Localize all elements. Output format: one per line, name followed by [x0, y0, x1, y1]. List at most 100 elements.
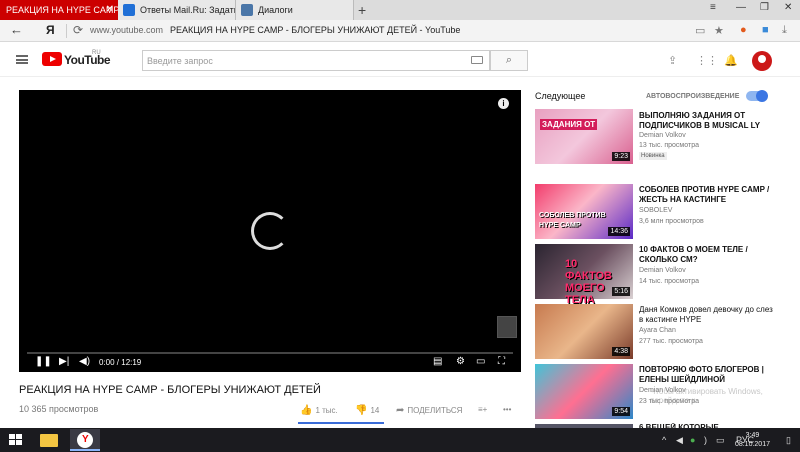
extension-icon[interactable]: ■: [762, 24, 769, 36]
upload-icon[interactable]: ⇪: [668, 54, 677, 67]
video-thumbnail[interactable]: ЗАДАНИЯ ОТ 9:23: [535, 109, 633, 164]
autoplay-toggle[interactable]: [746, 90, 768, 102]
like-button[interactable]: 👍 1 тыс.: [300, 405, 338, 416]
duration-badge: 5:16: [612, 287, 630, 296]
add-to-playlist-icon[interactable]: ≡+: [478, 405, 487, 414]
activation-watermark: Чтобы активировать Windows, перейдите к: [650, 387, 763, 405]
address-domain[interactable]: www.youtube.com: [90, 25, 163, 35]
tab-dialogs[interactable]: Диалоги: [236, 0, 354, 20]
message-icon[interactable]: ▭: [716, 435, 725, 446]
clock-date: 08.10.2017: [734, 441, 770, 448]
new-tab-button[interactable]: +: [358, 2, 366, 18]
hamburger-menu-icon[interactable]: [16, 55, 28, 64]
reader-icon[interactable]: ▭: [695, 24, 705, 37]
sidebar-views: 14 тыс. просмотра: [639, 278, 699, 285]
search-button[interactable]: ⌕: [490, 50, 528, 71]
video-title: РЕАКЦИЯ НА HYPE CAMP - БЛОГЕРЫ УНИЖАЮТ Д…: [19, 384, 321, 396]
network-icon[interactable]: ●: [690, 435, 695, 445]
youtube-logo-text[interactable]: YouTube: [64, 53, 111, 67]
pause-icon[interactable]: ❚❚: [35, 356, 52, 367]
sidebar-channel[interactable]: Demian Volkov: [639, 132, 686, 139]
chevron-up-icon[interactable]: ^: [662, 435, 666, 445]
close-tab-icon[interactable]: ✕: [106, 4, 114, 15]
like-count: 1 тыс.: [315, 406, 338, 415]
clock[interactable]: 3:49 08.10.2017: [735, 431, 770, 449]
yandex-browser-icon[interactable]: Y: [70, 429, 100, 451]
sidebar-video-title[interactable]: ПОВТОРЯЮ ФОТО БЛОГЕРОВ | ЕЛЕНЫ ШЕЙДЛИНОЙ: [639, 365, 779, 385]
duration-badge: 9:23: [612, 152, 630, 161]
view-count: 10 365 просмотров: [19, 404, 99, 414]
sidebar-video-title[interactable]: Даня Комков довел девочку до слез в каст…: [639, 305, 779, 325]
maximize-icon[interactable]: ❐: [760, 2, 769, 13]
subtitles-icon[interactable]: ▤: [433, 356, 442, 367]
next-icon[interactable]: ▶|: [59, 356, 69, 367]
video-thumbnail[interactable]: 9:54: [535, 364, 633, 419]
theater-mode-icon[interactable]: ▭: [476, 356, 485, 367]
video-thumbnail[interactable]: 4:38: [535, 304, 633, 359]
yandex-button[interactable]: Я: [46, 23, 55, 37]
video-player[interactable]: i ❚❚ ▶| ◀) 0:00 / 12:19 ▤ ⚙ ▭ ⛶: [19, 90, 521, 372]
speaker-icon[interactable]: ◀: [676, 435, 683, 446]
more-options-icon[interactable]: •••: [503, 405, 511, 414]
channel-watermark[interactable]: [497, 316, 517, 338]
settings-gear-icon[interactable]: ⚙: [456, 356, 465, 367]
sidebar-views: 277 тыс. просмотра: [639, 338, 703, 345]
dislike-count: 14: [370, 406, 380, 415]
back-arrow-icon[interactable]: ←: [10, 22, 23, 37]
duration-badge: 14:36: [608, 227, 630, 236]
tab-label: РЕАКЦИЯ НА HYPE CAMP: [6, 5, 118, 15]
like-ratio-bar: [298, 422, 384, 424]
windows-taskbar: Y ^ ◀ ● ) ▭ РУС 3:49 08.10.2017 ▯: [0, 428, 800, 452]
share-button[interactable]: ➦ ПОДЕЛИТЬСЯ: [396, 405, 462, 416]
bookmark-star-icon[interactable]: ★: [714, 24, 724, 37]
windows-start-icon[interactable]: [9, 434, 22, 446]
minimize-icon[interactable]: —: [736, 2, 746, 13]
sidebar-channel[interactable]: SOBOLEV: [639, 207, 672, 214]
menu-icon[interactable]: ≡: [710, 2, 716, 13]
tab-mail-ru[interactable]: Ответы Mail.Ru: Задать воп: [118, 0, 236, 20]
apps-grid-icon[interactable]: ⋮⋮: [696, 54, 718, 67]
sidebar-views: 13 тыс. просмотра: [639, 142, 699, 149]
vk-favicon-icon: [241, 4, 253, 16]
browser-tab-strip: РЕАКЦИЯ НА HYPE CAMP ✕ Ответы Mail.Ru: З…: [0, 0, 800, 20]
thumbnail-text: СОБОЛЕВ ПРОТИВ: [539, 212, 606, 219]
duration-badge: 4:38: [612, 347, 630, 356]
share-label: ПОДЕЛИТЬСЯ: [407, 406, 463, 415]
protect-icon[interactable]: ●: [740, 24, 747, 36]
youtube-region: RU: [92, 50, 101, 56]
reload-icon[interactable]: ⟳: [73, 23, 83, 37]
dislike-button[interactable]: 👎 14: [355, 405, 379, 416]
progress-bar[interactable]: [27, 352, 513, 354]
share-arrow-icon: ➦: [396, 405, 405, 416]
thumbs-down-icon: 👎: [355, 405, 368, 416]
address-page-title[interactable]: РЕАКЦИЯ НА HYPE CAMP - БЛОГЕРЫ УНИЖАЮТ Д…: [170, 25, 460, 35]
tab-hype-camp[interactable]: РЕАКЦИЯ НА HYPE CAMP ✕: [0, 0, 118, 20]
file-explorer-icon[interactable]: [34, 429, 64, 451]
address-bar: ← Я ⟳ www.youtube.com РЕАКЦИЯ НА HYPE CA…: [0, 20, 800, 42]
video-thumbnail[interactable]: 10 ФАКТОВ МОЕГО ТЕЛА 5:16: [535, 244, 633, 306]
fullscreen-icon[interactable]: ⛶: [498, 356, 505, 367]
tab-label: Диалоги: [258, 5, 293, 15]
avatar[interactable]: [752, 51, 772, 71]
close-window-icon[interactable]: ✕: [784, 2, 792, 13]
sidebar-video-title[interactable]: 10 ФАКТОВ О МОЕМ ТЕЛЕ / СКОЛЬКО СМ?: [639, 245, 779, 265]
volume-icon[interactable]: ◀): [79, 356, 90, 367]
sidebar-channel[interactable]: Demian Volkov: [639, 267, 686, 274]
youtube-logo-icon[interactable]: [42, 52, 62, 66]
search-input[interactable]: Введите запрос: [142, 50, 490, 71]
thumbnail-text: 10 ФАКТОВ МОЕГО ТЕЛА: [565, 258, 612, 306]
video-thumbnail[interactable]: СОБОЛЕВ ПРОТИВ HYPE CAMP 14:36: [535, 184, 633, 239]
volume-icon[interactable]: ): [704, 435, 707, 445]
sidebar-video-title[interactable]: СОБОЛЕВ ПРОТИВ HYPE CAMP / ЖЕСТЬ НА КАСТ…: [639, 185, 779, 205]
divider: [66, 24, 67, 38]
notifications-icon[interactable]: ▯: [786, 435, 791, 446]
sidebar-channel[interactable]: Ayara Chan: [639, 327, 676, 334]
autoplay-label: АВТОВОСПРОИЗВЕДЕНИЕ: [646, 93, 740, 100]
duration-badge: 9:54: [612, 407, 630, 416]
download-icon[interactable]: ⤓: [782, 24, 787, 37]
keyboard-icon[interactable]: [471, 56, 483, 64]
notifications-bell-icon[interactable]: 🔔: [724, 54, 738, 67]
clock-time: 3:49: [745, 432, 760, 439]
info-icon[interactable]: i: [498, 98, 509, 109]
sidebar-video-title[interactable]: ВЫПОЛНЯЮ ЗАДАНИЯ ОТ ПОДПИСЧИКОВ В MUSICA…: [639, 111, 779, 131]
